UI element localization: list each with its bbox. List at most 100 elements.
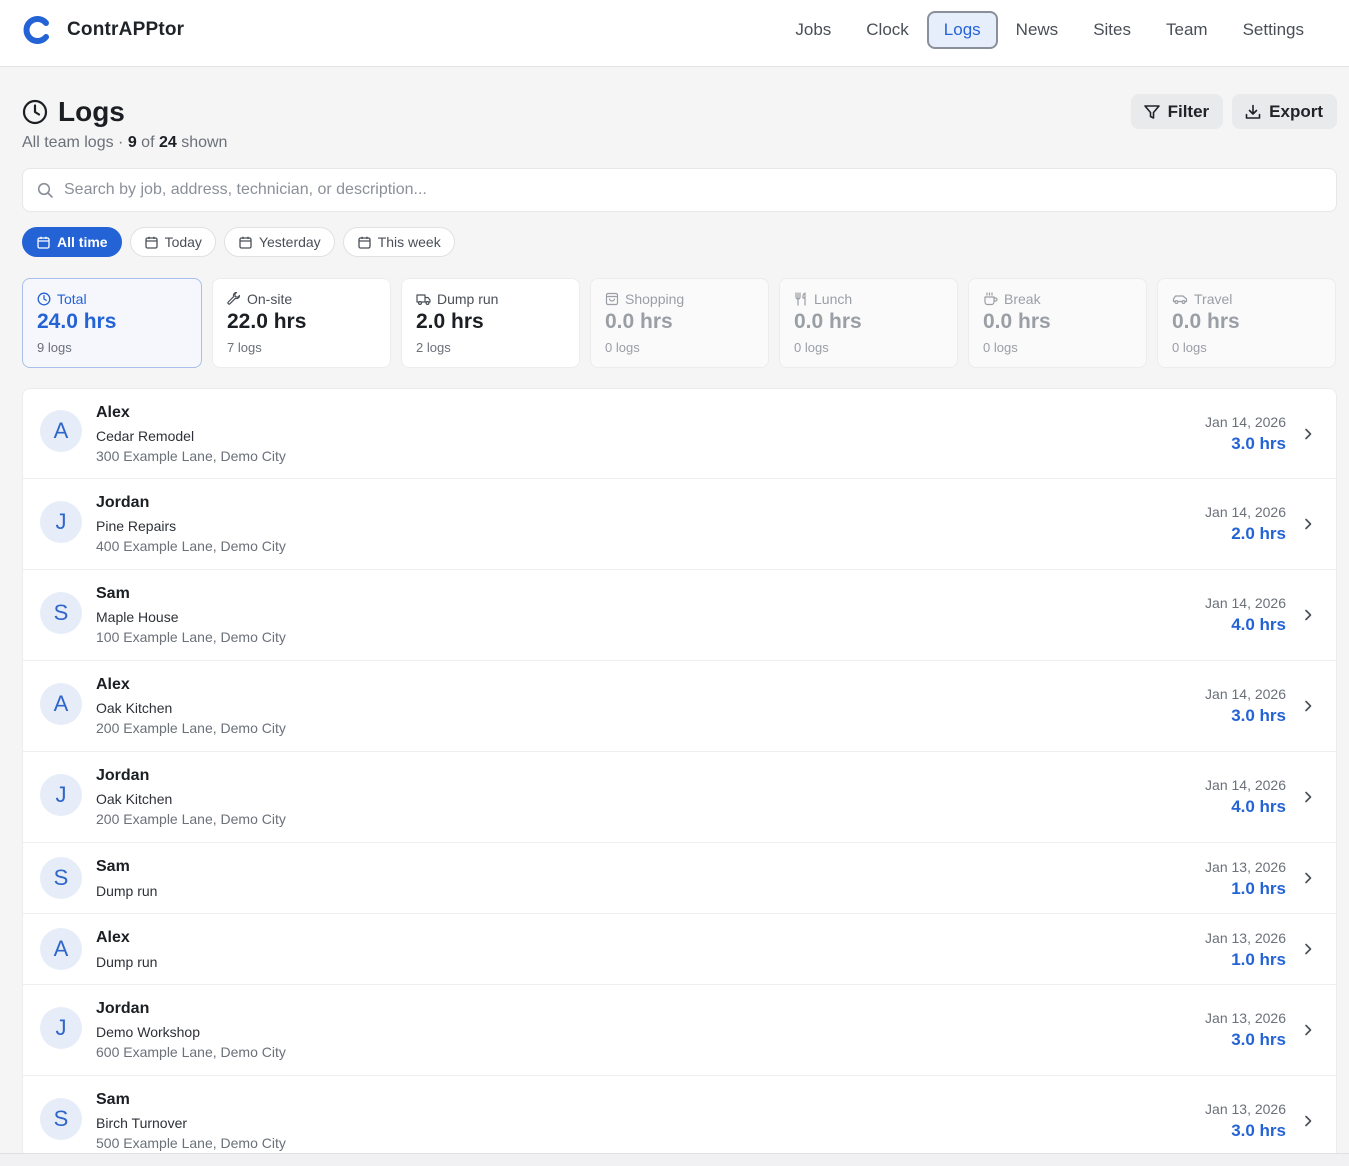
stat-count: 7 logs (227, 340, 262, 355)
log-row[interactable]: J Jordan Pine Repairs 400 Example Lane, … (23, 479, 1336, 570)
job-name: Oak Kitchen (96, 700, 173, 716)
chip-today[interactable]: Today (129, 227, 216, 257)
stat-value: 24.0 hrs (37, 310, 117, 333)
log-row[interactable]: A Alex Dump run Jan 13, 2026 1.0 hrs (23, 914, 1336, 985)
stat-card-travel[interactable]: Travel 0.0 hrs 0 logs (1157, 278, 1336, 368)
log-row[interactable]: S Sam Maple House 100 Example Lane, Demo… (23, 570, 1336, 661)
log-row[interactable]: S Sam Birch Turnover 500 Example Lane, D… (23, 1076, 1336, 1155)
page-header: Logs (22, 96, 125, 128)
log-hours: 3.0 hrs (1231, 706, 1286, 725)
chip-all-time[interactable]: All time (22, 227, 122, 257)
chip-yesterday[interactable]: Yesterday (223, 227, 335, 257)
avatar: A (40, 928, 82, 970)
page-title: Logs (58, 96, 125, 127)
search-input[interactable] (64, 181, 1264, 199)
top-nav-bar: ContrAPPtor Jobs Clock Logs News Sites T… (0, 0, 1349, 67)
log-date: Jan 13, 2026 (1205, 859, 1286, 875)
chevron-right-icon (1305, 700, 1312, 712)
brand[interactable]: ContrAPPtor (22, 14, 184, 46)
stat-value: 0.0 hrs (794, 310, 862, 333)
job-name: Maple House (96, 609, 179, 625)
log-hours: 1.0 hrs (1231, 950, 1286, 969)
avatar: A (40, 410, 82, 452)
technician-name: Alex (96, 929, 130, 946)
nav-item-news[interactable]: News (999, 11, 1076, 49)
technician-name: Jordan (96, 1000, 150, 1017)
stat-value: 0.0 hrs (605, 310, 673, 333)
log-row[interactable]: A Alex Oak Kitchen 200 Example Lane, Dem… (23, 661, 1336, 752)
job-address: 100 Example Lane, Demo City (96, 629, 286, 645)
stat-card-break[interactable]: Break 0.0 hrs 0 logs (968, 278, 1147, 368)
stat-value: 0.0 hrs (983, 310, 1051, 333)
job-name: Demo Workshop (96, 1024, 201, 1040)
page-subtitle: All team logs · 9 of 24 shown (22, 134, 227, 152)
log-date: Jan 14, 2026 (1205, 595, 1286, 611)
export-button-label: Export (1269, 101, 1323, 121)
technician-name: Alex (96, 404, 130, 421)
nav-item-clock[interactable]: Clock (849, 11, 926, 49)
log-date: Jan 13, 2026 (1205, 1010, 1286, 1026)
chip-label: Today (164, 234, 202, 250)
stat-card-lunch[interactable]: Lunch 0.0 hrs 0 logs (779, 278, 958, 368)
category-stats: Total 24.0 hrs 9 logs On-site 22.0 hrs 7… (22, 278, 1336, 368)
stat-value: 22.0 hrs (227, 310, 307, 333)
nav-item-jobs[interactable]: Jobs (778, 11, 848, 49)
stat-card-total[interactable]: Total 24.0 hrs 9 logs (22, 278, 202, 368)
stat-count: 0 logs (1172, 340, 1207, 355)
filter-icon (1143, 104, 1160, 119)
stat-label: Lunch (814, 291, 853, 307)
log-date: Jan 13, 2026 (1205, 930, 1286, 946)
stat-card-on-site[interactable]: On-site 22.0 hrs 7 logs (212, 278, 391, 368)
nav-item-logs[interactable]: Logs (926, 11, 998, 49)
log-row[interactable]: J Jordan Demo Workshop 600 Example Lane,… (23, 985, 1336, 1076)
log-row[interactable]: S Sam Dump run Jan 13, 2026 1.0 hrs (23, 843, 1336, 914)
technician-name: Jordan (96, 767, 150, 784)
chevron-right-icon (1305, 1024, 1312, 1036)
chip-this-week[interactable]: This week (342, 227, 455, 257)
log-row[interactable]: A Alex Cedar Remodel 300 Example Lane, D… (23, 389, 1336, 479)
chevron-right-icon (1305, 609, 1312, 621)
job-name: Dump run (96, 954, 158, 970)
log-hours: 2.0 hrs (1231, 524, 1286, 543)
log-date: Jan 14, 2026 (1205, 777, 1286, 793)
stat-label: Travel (1194, 291, 1233, 307)
coffee-icon (984, 292, 998, 306)
chevron-right-icon (1305, 791, 1312, 803)
stat-label: Break (1004, 291, 1041, 307)
filter-button-label: Filter (1167, 101, 1210, 121)
stat-card-dump-run[interactable]: Dump run 2.0 hrs 2 logs (401, 278, 580, 368)
stat-count: 0 logs (605, 340, 640, 355)
nav-item-settings[interactable]: Settings (1226, 11, 1321, 49)
job-address: 600 Example Lane, Demo City (96, 1044, 286, 1060)
avatar: A (40, 683, 82, 725)
calendar-icon (37, 236, 50, 249)
nav-item-team[interactable]: Team (1149, 11, 1225, 49)
job-address: 200 Example Lane, Demo City (96, 720, 286, 736)
subtitle-suffix: shown (176, 134, 228, 151)
filter-button[interactable]: Filter (1130, 94, 1224, 129)
log-hours: 4.0 hrs (1231, 615, 1286, 634)
job-name: Dump run (96, 883, 158, 899)
log-hours: 3.0 hrs (1231, 1030, 1286, 1049)
technician-name: Sam (96, 585, 130, 602)
export-button[interactable]: Export (1232, 94, 1337, 129)
stat-value: 2.0 hrs (416, 310, 484, 333)
log-date: Jan 14, 2026 (1205, 414, 1286, 430)
stat-label: Shopping (625, 291, 685, 307)
stat-label: On-site (247, 291, 293, 307)
truck-icon (416, 294, 431, 306)
app-name: ContrAPPtor (67, 19, 185, 40)
nav-item-sites[interactable]: Sites (1076, 11, 1148, 49)
technician-name: Alex (96, 676, 130, 693)
chevron-right-icon (1305, 1115, 1312, 1127)
technician-name: Sam (96, 1091, 130, 1108)
stat-label: Total (57, 291, 87, 307)
subtitle-of: of (136, 134, 159, 151)
log-row[interactable]: J Jordan Oak Kitchen 200 Example Lane, D… (23, 752, 1336, 843)
chip-label: All time (57, 234, 108, 250)
log-date: Jan 14, 2026 (1205, 504, 1286, 520)
stat-card-shopping[interactable]: Shopping 0.0 hrs 0 logs (590, 278, 769, 368)
wrench-icon (227, 292, 241, 305)
log-hours: 3.0 hrs (1231, 1121, 1286, 1140)
chip-label: Yesterday (258, 234, 321, 250)
